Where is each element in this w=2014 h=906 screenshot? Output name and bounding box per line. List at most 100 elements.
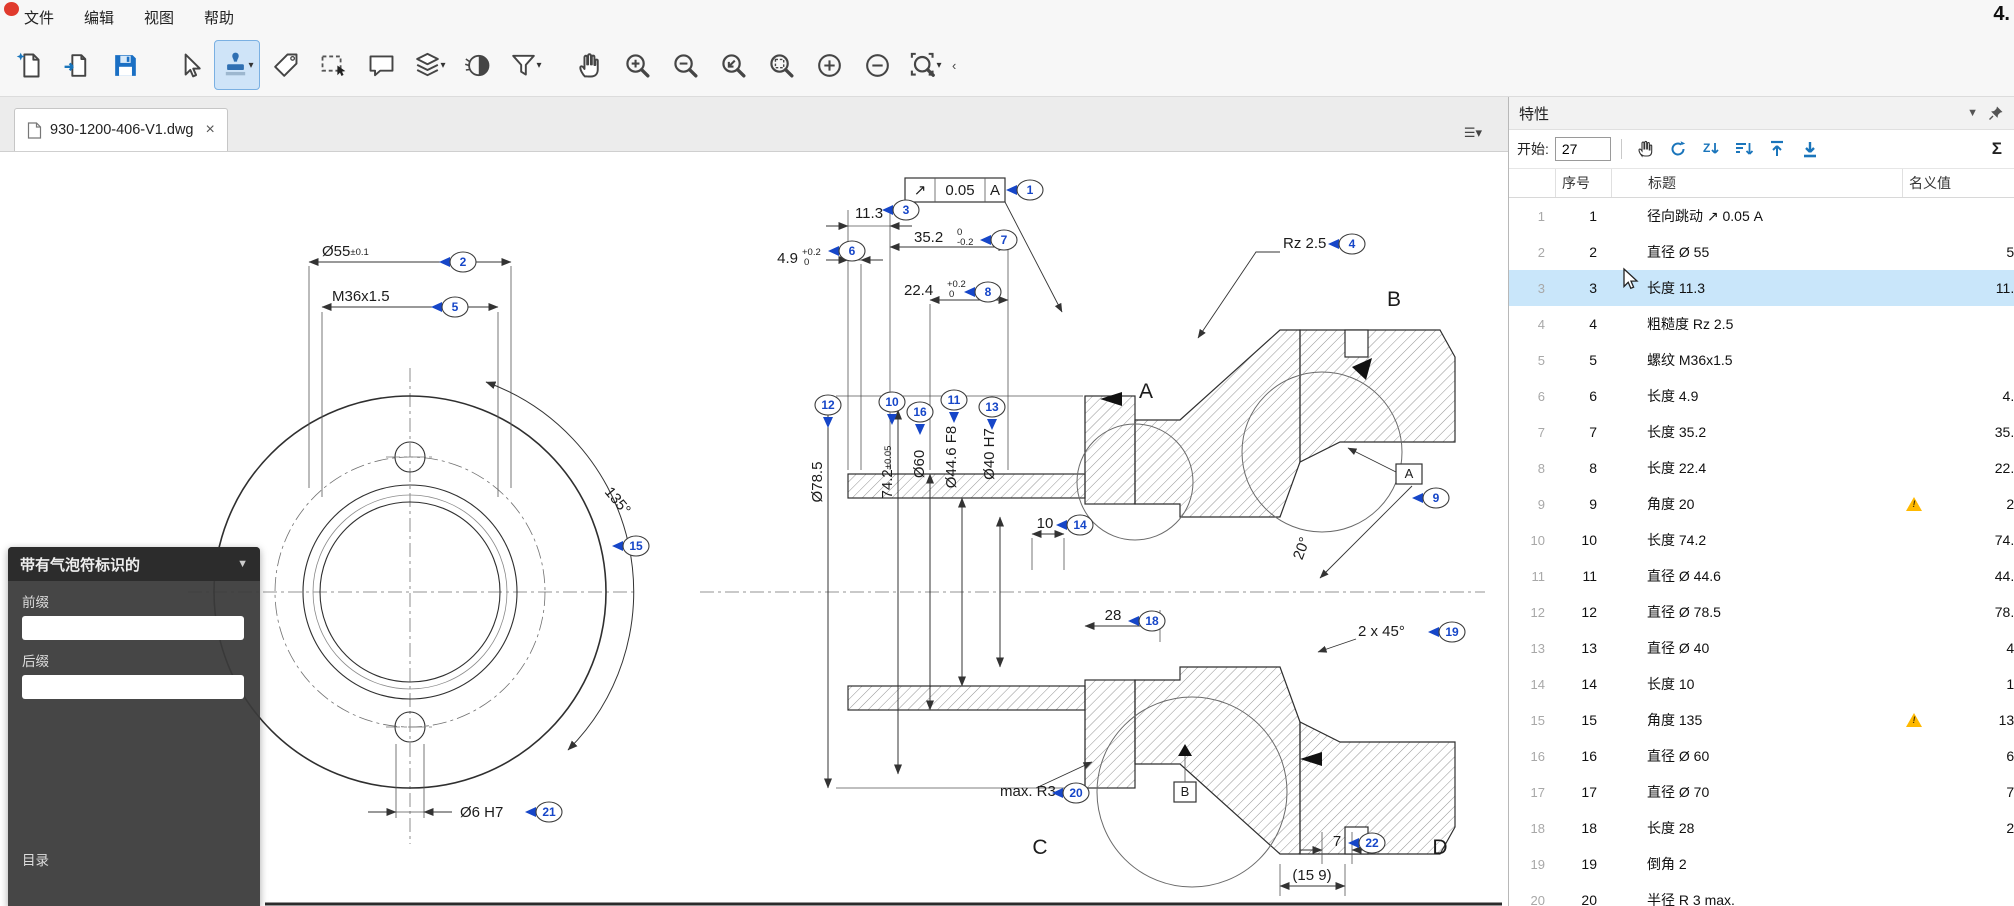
save-button[interactable] — [102, 40, 148, 90]
table-row[interactable]: 1717直径 Ø 7070 — [1509, 774, 2014, 810]
balloon-flag-panel-title[interactable]: 带有气泡符标识的 ▼ — [8, 547, 260, 581]
open-document-button[interactable] — [54, 40, 100, 90]
balloon-19[interactable]: 19 — [1428, 622, 1465, 642]
table-row[interactable]: 1919倒角 22 — [1509, 846, 2014, 882]
table-row[interactable]: 1818长度 2828 — [1509, 810, 2014, 846]
move-to-bottom-icon[interactable] — [1797, 136, 1824, 163]
tag-button[interactable] — [262, 40, 308, 90]
chevron-down-icon[interactable]: ▼ — [237, 558, 248, 570]
table-row[interactable]: 1313直径 Ø 4040 — [1509, 630, 2014, 666]
table-row[interactable]: 55螺纹 M36x1.5 — [1509, 342, 2014, 378]
dim-roughness-rz[interactable]: Rz 2.5 — [1283, 235, 1326, 252]
balloon-6[interactable]: 6 — [828, 241, 865, 261]
table-row[interactable]: 99角度 2020 — [1509, 486, 2014, 522]
table-row[interactable]: 11径向跳动 ↗ 0.05 A — [1509, 198, 2014, 234]
dim-len-28[interactable]: 28 — [1105, 607, 1122, 624]
balloon-21[interactable]: 21 — [525, 802, 562, 822]
balloon-stamp-button[interactable]: ▾ — [214, 40, 260, 90]
table-row[interactable]: 44粗糙度 Rz 2.5 — [1509, 306, 2014, 342]
table-row[interactable]: 66长度 4.94.9 — [1509, 378, 2014, 414]
menu-view[interactable]: 视图 — [144, 7, 174, 28]
comment-button[interactable] — [358, 40, 404, 90]
tab-list-icon[interactable]: ☰▾ — [1464, 125, 1482, 141]
balloon-14[interactable]: 14 — [1056, 515, 1093, 535]
dim-dia-40[interactable]: Ø40 H7 — [981, 428, 998, 480]
drawing-viewport[interactable]: Ø55±0.1 M36x1.5 135° Ø6 H7 — [0, 152, 1508, 906]
balloon-16[interactable]: 16 — [907, 402, 933, 435]
dim-chamfer-2x45[interactable]: 2 x 45° — [1358, 623, 1405, 640]
balloon-5[interactable]: 5 — [431, 297, 468, 317]
table-row[interactable]: 1414长度 1010 — [1509, 666, 2014, 702]
z-order-sort-icon[interactable]: Z — [1698, 136, 1725, 163]
select-cursor-button[interactable] — [166, 40, 212, 90]
start-number-input[interactable] — [1555, 137, 1611, 161]
balloon-9[interactable]: 9 — [1412, 488, 1449, 508]
table-row[interactable]: 77长度 35.235.2 — [1509, 414, 2014, 450]
toolbar-collapse-icon[interactable]: ‹ — [952, 58, 956, 73]
balloon-13[interactable]: 13 — [979, 397, 1005, 430]
balloon-2[interactable]: 2 — [439, 252, 476, 272]
zoom-out-button[interactable] — [662, 40, 708, 90]
sum-sigma-icon[interactable]: Σ — [1992, 139, 2006, 159]
dim-len-7[interactable]: 7 — [1333, 833, 1341, 850]
dim-radius-r3[interactable]: max. R3 — [1000, 783, 1056, 800]
table-row[interactable]: 1212直径 Ø 78.578.5 — [1509, 594, 2014, 630]
marquee-select-button[interactable] — [310, 40, 356, 90]
dim-dia-60[interactable]: Ø60 — [911, 450, 928, 478]
table-row[interactable]: 1111直径 Ø 44.644.6 — [1509, 558, 2014, 594]
layers-button[interactable]: ▾ — [406, 40, 452, 90]
table-row[interactable]: 1010长度 74.274.2 — [1509, 522, 2014, 558]
new-document-button[interactable] — [6, 40, 52, 90]
dim-angle-20[interactable]: 20° — [1290, 535, 1314, 562]
increase-button[interactable] — [806, 40, 852, 90]
balloon-11[interactable]: 11 — [941, 390, 967, 423]
balloon-18[interactable]: 18 — [1128, 611, 1165, 631]
dropdown-caret-icon[interactable]: ▾ — [248, 60, 253, 71]
balloon-1[interactable]: 1 — [1006, 180, 1043, 200]
table-row[interactable]: 2020半径 R 3 max. — [1509, 882, 2014, 906]
pick-hand-icon[interactable] — [1632, 136, 1659, 163]
renumber-refresh-icon[interactable] — [1665, 136, 1692, 163]
table-row[interactable]: 1616直径 Ø 6060 — [1509, 738, 2014, 774]
dim-len-35-2[interactable]: 35.2 — [914, 229, 943, 246]
table-row[interactable]: 22直径 Ø 5555 — [1509, 234, 2014, 270]
dim-len-4-9[interactable]: 4.9 — [777, 250, 798, 267]
chevron-down-icon[interactable]: ▼ — [1967, 107, 1978, 119]
balloon-12[interactable]: 12 — [815, 395, 841, 428]
dim-dia-78-5[interactable]: Ø78.5 — [809, 462, 826, 503]
menu-file[interactable]: 文件 — [24, 7, 54, 28]
balloon-15[interactable]: 15 — [612, 536, 649, 556]
gdt-tolerance-value[interactable]: 0.05 — [945, 182, 974, 199]
table-row[interactable]: 1515角度 135135 — [1509, 702, 2014, 738]
pin-icon[interactable] — [1988, 105, 2004, 121]
filter-button[interactable]: ▾ — [502, 40, 548, 90]
decrease-button[interactable] — [854, 40, 900, 90]
table-row[interactable]: 33长度 11.311.3 — [1509, 270, 2014, 306]
dropdown-caret-icon[interactable]: ▾ — [536, 60, 541, 71]
dropdown-caret-icon[interactable]: ▾ — [440, 60, 445, 71]
document-tab[interactable]: 930-1200-406-V1.dwg × — [14, 108, 228, 151]
dim-len-74-2[interactable]: 74.2±0.05 — [879, 446, 896, 499]
zoom-previous-button[interactable] — [710, 40, 756, 90]
dim-dia55[interactable]: Ø55±0.1 — [322, 243, 369, 260]
balloon-8[interactable]: 8 — [964, 282, 1001, 302]
menu-edit[interactable]: 编辑 — [84, 7, 114, 28]
zoom-in-button[interactable] — [614, 40, 660, 90]
dim-dia-44-6[interactable]: Ø44.6 F8 — [943, 426, 960, 489]
balloon-4[interactable]: 4 — [1328, 234, 1365, 254]
table-row[interactable]: 88长度 22.422.4 — [1509, 450, 2014, 486]
sort-descending-icon[interactable] — [1731, 136, 1758, 163]
dim-thread-m36[interactable]: M36x1.5 — [332, 288, 390, 305]
balloon-20[interactable]: 20 — [1052, 783, 1089, 803]
dim-angle-135[interactable]: 135° — [601, 484, 634, 519]
balloon-3[interactable]: 3 — [882, 200, 919, 220]
pan-button[interactable] — [566, 40, 612, 90]
dim-len-10[interactable]: 10 — [1037, 515, 1054, 532]
tab-close-icon[interactable]: × — [206, 121, 215, 139]
dim-ref-15-9[interactable]: (15 9) — [1292, 867, 1331, 884]
zoom-window-button[interactable]: ▾ — [902, 40, 948, 90]
prefix-input[interactable] — [22, 616, 244, 640]
display-style-button[interactable] — [454, 40, 500, 90]
dropdown-caret-icon[interactable]: ▾ — [936, 60, 941, 71]
move-to-top-icon[interactable] — [1764, 136, 1791, 163]
